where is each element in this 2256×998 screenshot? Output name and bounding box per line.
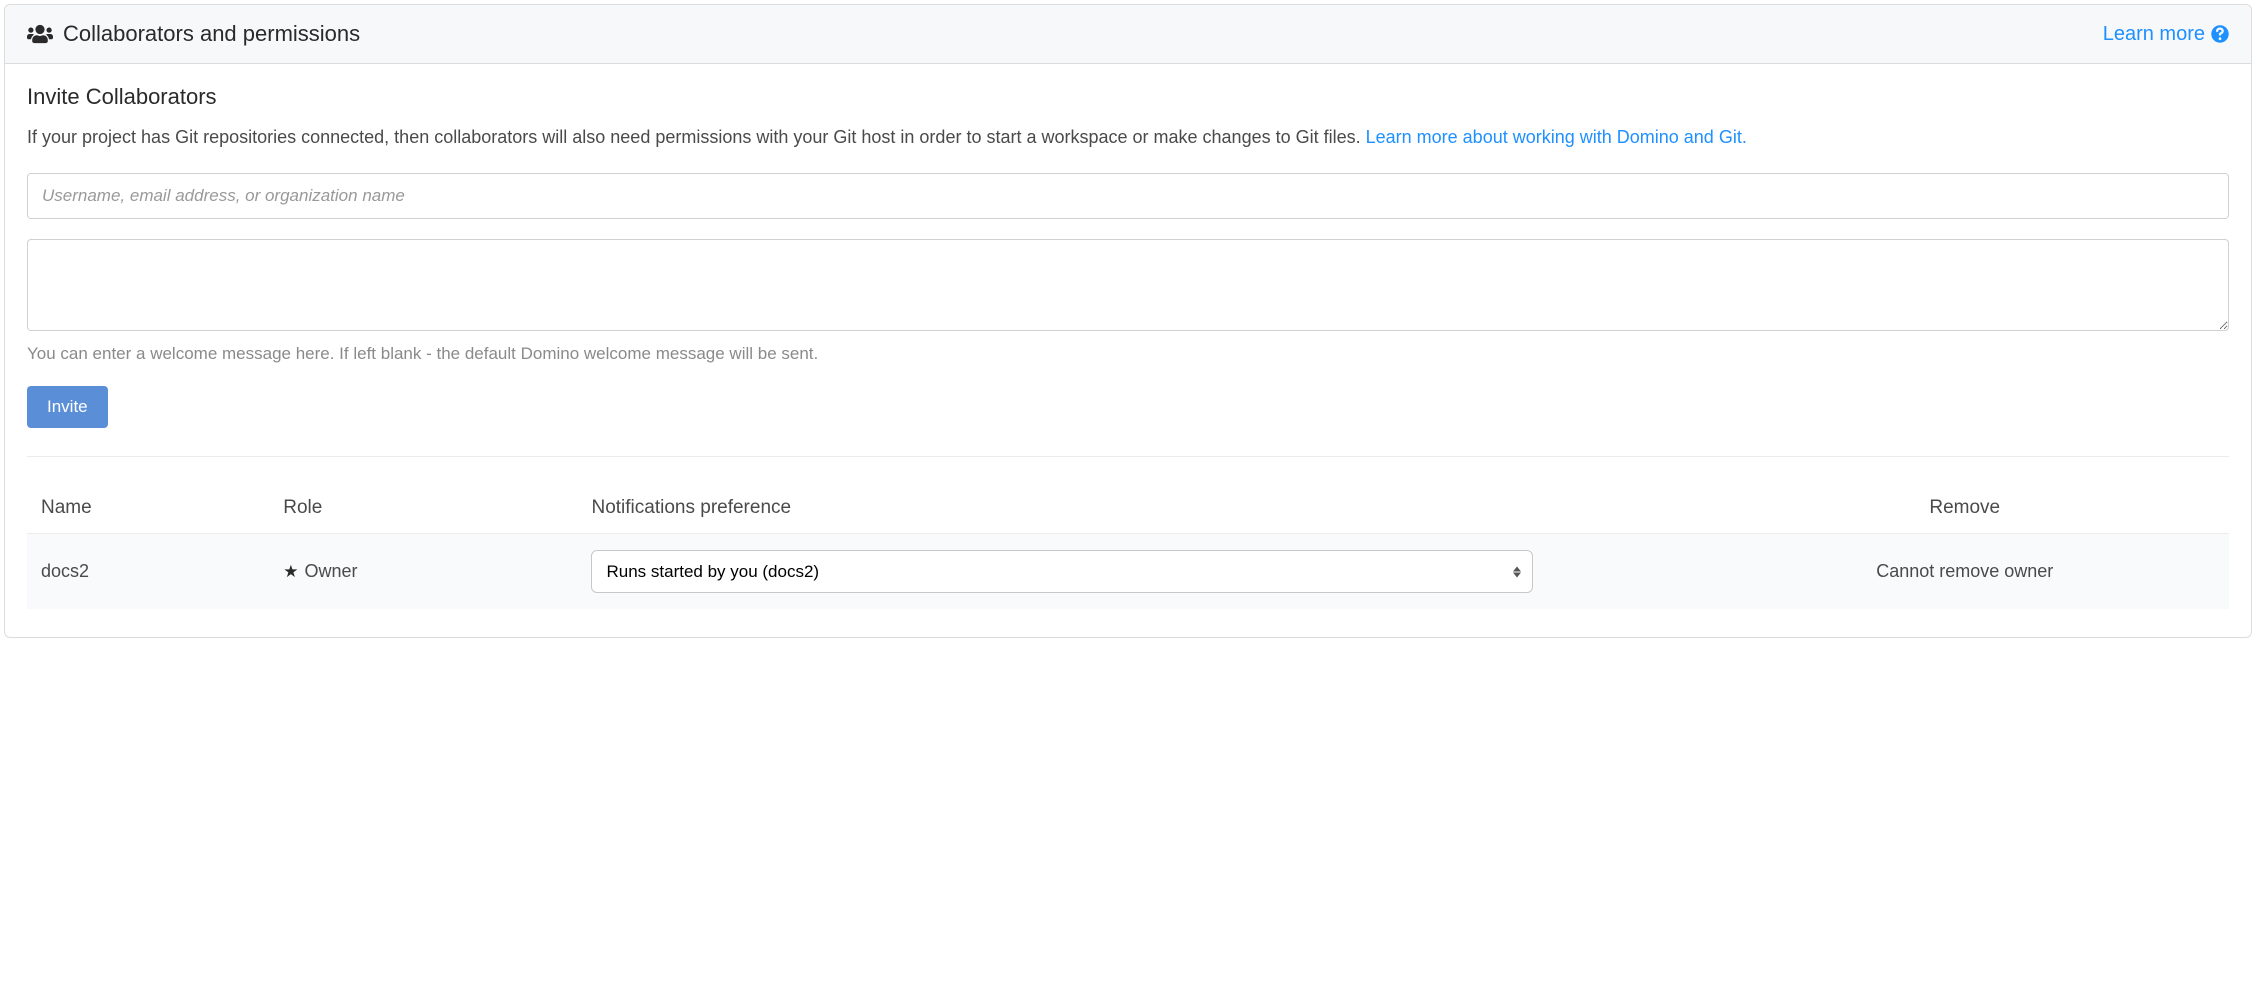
panel-header: Collaborators and permissions Learn more	[5, 5, 2251, 64]
panel-title-text: Collaborators and permissions	[63, 21, 360, 47]
column-header-remove: Remove	[1701, 485, 2229, 534]
invite-description-text: If your project has Git repositories con…	[27, 127, 1366, 147]
column-header-name: Name	[27, 485, 269, 534]
users-icon	[27, 23, 53, 45]
star-icon: ★	[283, 562, 298, 582]
collaborator-role: Owner	[304, 561, 357, 582]
help-circle-icon	[2211, 25, 2229, 43]
invite-button[interactable]: Invite	[27, 386, 108, 428]
collaborators-panel: Collaborators and permissions Learn more…	[4, 4, 2252, 638]
notification-select[interactable]: Runs started by you (docs2)	[591, 550, 1533, 593]
welcome-message-textarea[interactable]	[27, 239, 2229, 331]
collaborator-input[interactable]	[27, 173, 2229, 219]
collaborators-table: Name Role Notifications preference Remov…	[27, 485, 2229, 609]
table-row: docs2 ★ Owner Runs started by you (docs2…	[27, 534, 2229, 610]
learn-more-text: Learn more	[2103, 23, 2205, 46]
notification-cell: Runs started by you (docs2)	[577, 534, 1700, 610]
collaborator-role-cell: ★ Owner	[269, 534, 577, 610]
welcome-message-helper: You can enter a welcome message here. If…	[27, 344, 2229, 364]
git-learn-more-link[interactable]: Learn more about working with Domino and…	[1366, 127, 1747, 147]
invite-description: If your project has Git repositories con…	[27, 124, 2229, 151]
learn-more-link[interactable]: Learn more	[2103, 23, 2229, 46]
column-header-role: Role	[269, 485, 577, 534]
panel-title: Collaborators and permissions	[27, 21, 360, 47]
panel-body: Invite Collaborators If your project has…	[5, 64, 2251, 637]
remove-cell: Cannot remove owner	[1701, 534, 2229, 610]
invite-section-title: Invite Collaborators	[27, 84, 2229, 110]
collaborator-name: docs2	[27, 534, 269, 610]
divider	[27, 456, 2229, 457]
column-header-notifications: Notifications preference	[577, 485, 1700, 534]
